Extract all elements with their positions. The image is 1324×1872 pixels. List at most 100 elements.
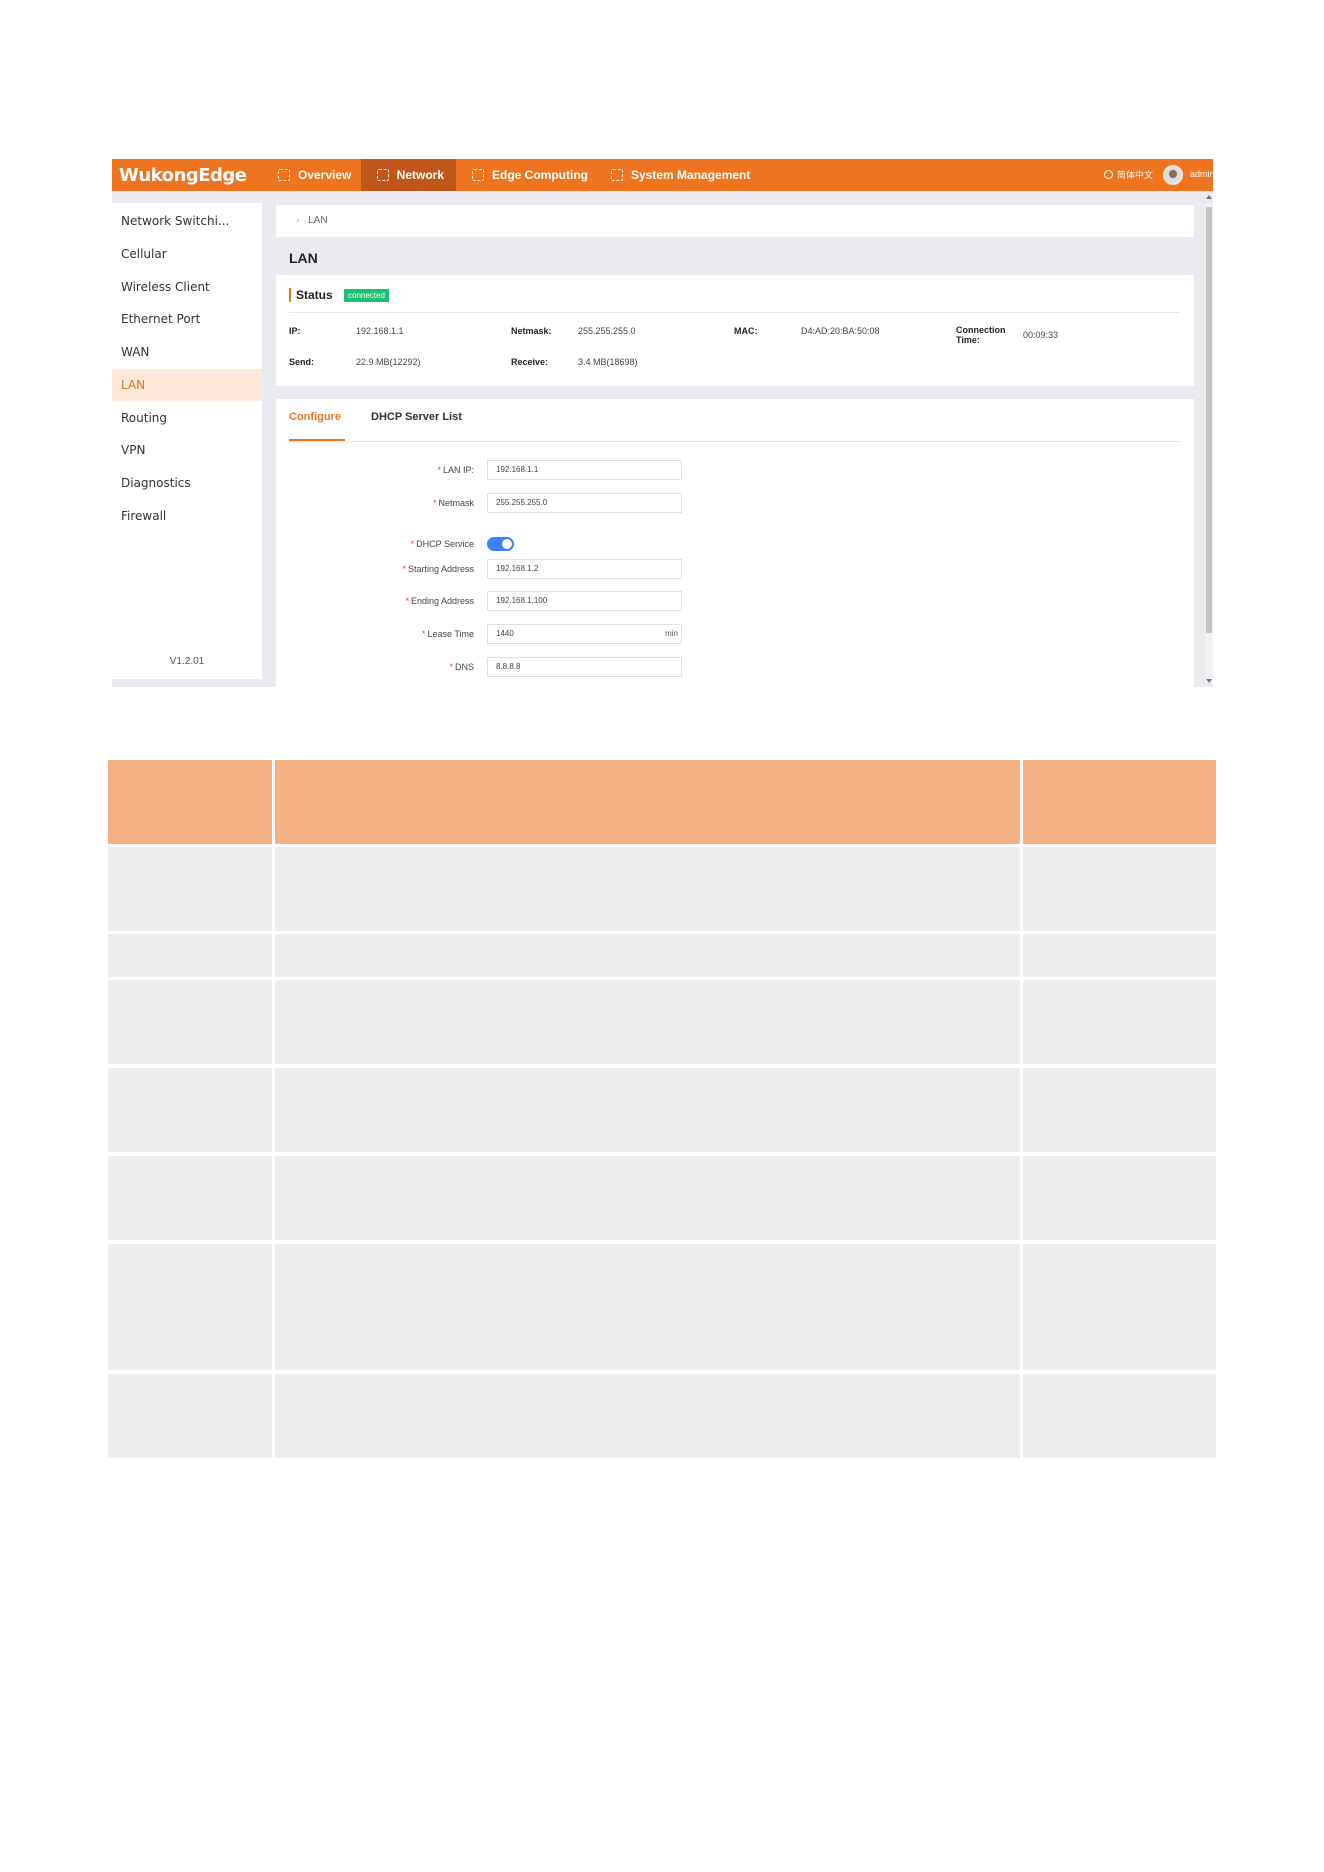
breadcrumb-current[interactable]: LAN (308, 215, 327, 226)
status-badge: connected (344, 289, 389, 302)
connection-time-value: 00:09:33 (1023, 330, 1059, 340)
send-value: 22.9 MB(12292) (356, 357, 421, 367)
dns-label-text: DNS (454, 662, 474, 672)
table-row (108, 1374, 1216, 1458)
sidebar-item-cellular[interactable]: Cellular (112, 238, 262, 270)
sidebar-item-diagnostics[interactable]: Diagnostics (112, 467, 262, 499)
language-label: 简体中文 (1117, 170, 1154, 180)
divider (289, 441, 1181, 442)
table-cell (108, 1068, 272, 1152)
table-row (108, 847, 1216, 931)
table-header-cell (1023, 760, 1216, 844)
dns-label: * DNS (276, 657, 474, 677)
sidebar-item-lan[interactable]: LAN (112, 369, 262, 401)
starting-address-input[interactable]: 192.168.1.2 (487, 559, 682, 579)
overview-icon (278, 169, 290, 181)
receive-value: 3.4 MB(18698) (578, 357, 638, 367)
starting-address-label: * Starting Address (276, 559, 474, 579)
ip-value: 192.168.1.1 (356, 326, 404, 336)
page-title: LAN (289, 250, 318, 266)
sidebar-item-ethernet-port[interactable]: Ethernet Port (112, 303, 262, 335)
lease-time-label-text: Lease Time (427, 629, 474, 639)
version-label: V1.2.01 (169, 656, 205, 667)
nav-overview-label: Overview (298, 168, 352, 182)
nav-edge-computing[interactable]: Edge Computing (456, 159, 600, 191)
lease-time-value: 1440 (496, 629, 514, 638)
connection-time-label-line1: Connection (956, 325, 1006, 335)
chevron-right-icon: › (296, 215, 300, 226)
netmask-field-label-text: Netmask (438, 498, 474, 508)
ip-label: IP: (289, 326, 301, 336)
nav-edge-computing-label: Edge Computing (492, 168, 588, 182)
sidebar-item-firewall[interactable]: Firewall (112, 500, 262, 532)
required-mark: * (437, 465, 441, 475)
nav-network[interactable]: Network (361, 159, 456, 191)
user-name[interactable]: admin (1190, 169, 1213, 179)
table-cell (108, 1244, 272, 1370)
nav-overview[interactable]: Overview (262, 159, 363, 191)
sidebar-item-wan[interactable]: WAN (112, 336, 262, 368)
top-navigation-bar: WukongEdge Overview Network Edge Computi… (112, 159, 1213, 191)
screenshot-frame: WukongEdge Overview Network Edge Computi… (112, 159, 1213, 687)
required-mark: * (405, 596, 409, 606)
divider (289, 312, 1181, 313)
table-row (108, 980, 1216, 1064)
table-cell (275, 934, 1020, 977)
sidebar: Network Switchi... Cellular Wireless Cli… (112, 203, 262, 679)
scroll-up-icon[interactable] (1206, 195, 1212, 199)
table-header-row (108, 760, 1216, 844)
app-logo[interactable]: WukongEdge (119, 165, 247, 186)
nav-system-management-label: System Management (631, 168, 751, 182)
table-cell (1023, 1244, 1216, 1370)
mac-value: D4:AD:20:BA:50:08 (801, 326, 880, 336)
scrollbar-thumb[interactable] (1206, 207, 1212, 633)
status-heading: Status (289, 288, 333, 302)
table-cell (275, 1156, 1020, 1240)
table-row (108, 1068, 1216, 1152)
table-cell (108, 934, 272, 977)
tab-dhcp-server-list[interactable]: DHCP Server List (371, 411, 462, 423)
system-management-icon (611, 169, 623, 181)
sidebar-item-network-switching[interactable]: Network Switchi... (112, 205, 262, 237)
sidebar-item-vpn[interactable]: VPN (112, 434, 262, 466)
table-cell (275, 847, 1020, 931)
nav-network-label: Network (396, 168, 444, 182)
dhcp-service-toggle[interactable] (487, 537, 514, 551)
table-cell (108, 980, 272, 1064)
table-cell (108, 847, 272, 931)
table-cell (1023, 1156, 1216, 1240)
connection-time-label-line2: Time: (956, 335, 980, 345)
lease-time-input[interactable]: 1440 min (487, 624, 682, 644)
sidebar-item-wireless-client[interactable]: Wireless Client (112, 271, 262, 303)
netmask-input[interactable]: 255.255.255.0 (487, 493, 682, 513)
lan-ip-label-text: LAN IP: (442, 465, 474, 475)
ending-address-label-text: Ending Address (410, 596, 474, 606)
tab-configure[interactable]: Configure (289, 411, 341, 423)
language-switcher[interactable]: 简体中文 (1104, 168, 1153, 181)
nav-system-management[interactable]: System Management (595, 159, 762, 191)
breadcrumb: › LAN (276, 205, 1194, 237)
table-cell (108, 1156, 272, 1240)
lan-ip-input[interactable]: 192.168.1.1 (487, 460, 682, 480)
table-cell (275, 1068, 1020, 1152)
dhcp-service-label: * DHCP Service (276, 534, 474, 554)
avatar[interactable] (1163, 165, 1183, 185)
table-row (108, 1244, 1216, 1370)
ending-address-input[interactable]: 192.168.1.100 (487, 591, 682, 611)
table-cell (275, 1374, 1020, 1458)
table-row (108, 934, 1216, 977)
required-mark: * (432, 498, 437, 508)
scroll-down-icon[interactable] (1206, 679, 1212, 683)
required-mark: * (410, 539, 415, 549)
dns-input[interactable]: 8.8.8.8 (487, 657, 682, 677)
lease-time-label: * Lease Time (276, 624, 474, 644)
required-mark: * (402, 564, 406, 574)
mac-label: MAC: (734, 326, 758, 336)
status-card: Status connected IP: 192.168.1.1 Netmask… (276, 275, 1194, 386)
sidebar-item-routing[interactable]: Routing (112, 402, 262, 434)
table-cell (108, 1374, 272, 1458)
receive-label: Receive: (511, 357, 549, 367)
table-row (108, 1156, 1216, 1240)
starting-address-label-text: Starting Address (407, 564, 474, 574)
required-mark: * (449, 662, 453, 672)
